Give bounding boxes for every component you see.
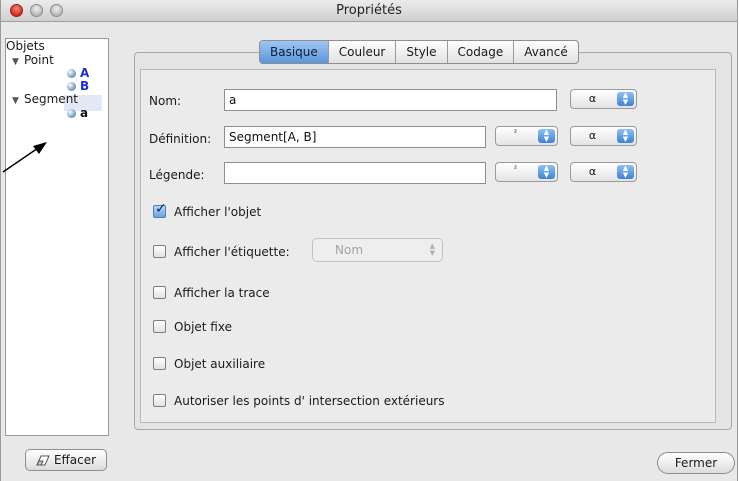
tree-group-label: Segment bbox=[24, 92, 78, 106]
show-object-label: Afficher l'objet bbox=[174, 205, 262, 219]
label-mode-select[interactable]: Nom ▲ ▼ bbox=[312, 238, 443, 262]
tab-basique[interactable]: Basique bbox=[260, 41, 328, 63]
tab-avance[interactable]: Avancé bbox=[513, 41, 578, 63]
stepper-arrows-icon[interactable]: ▲ ▼ bbox=[617, 92, 634, 106]
segment-ball-icon bbox=[67, 109, 76, 118]
point-ball-icon bbox=[67, 82, 76, 91]
triangle-down-icon[interactable]: ▼ bbox=[12, 95, 24, 108]
alpha-symbol-label: α bbox=[588, 165, 597, 178]
auxiliary-object-label: Objet auxiliaire bbox=[174, 357, 266, 371]
caption-input[interactable] bbox=[224, 162, 486, 184]
point-ball-icon bbox=[67, 69, 76, 78]
tab-codage[interactable]: Codage bbox=[446, 41, 514, 63]
clear-button-label: Effacer bbox=[53, 453, 97, 467]
triangle-down-icon[interactable]: ▼ bbox=[12, 56, 24, 69]
window-title: Propriétés bbox=[336, 3, 402, 18]
show-label-option[interactable]: Afficher l'étiquette: bbox=[153, 245, 290, 261]
tree-item-segment-a[interactable]: a bbox=[67, 107, 88, 120]
tab-bar: Basique Couleur Style Codage Avancé bbox=[259, 40, 579, 64]
tree-item-label: A bbox=[80, 66, 90, 80]
stepper-arrows-icon[interactable]: ▲ ▼ bbox=[538, 129, 555, 143]
checkmark-icon: ✓ bbox=[155, 201, 167, 217]
clear-button[interactable]: Effacer bbox=[25, 449, 107, 471]
caption-label: Légende: bbox=[149, 168, 205, 182]
object-tree[interactable]: Objets ▼ Point A B ▼ Segment a bbox=[5, 38, 109, 436]
outside-intersections-option[interactable]: Autoriser les points d' intersection ext… bbox=[153, 394, 445, 410]
alpha-symbol-label: α bbox=[588, 129, 597, 142]
outside-intersections-label: Autoriser les points d' intersection ext… bbox=[174, 394, 445, 408]
outside-intersections-checkbox[interactable] bbox=[153, 394, 166, 407]
definition-symbol-combo[interactable]: α ▲ ▼ bbox=[570, 126, 637, 146]
show-trace-checkbox[interactable] bbox=[153, 286, 166, 299]
caption-superscript-combo[interactable]: ² ▲ ▼ bbox=[495, 162, 558, 182]
title-bar: Propriétés bbox=[1, 0, 737, 22]
show-object-option[interactable]: ✓ Afficher l'objet bbox=[153, 201, 262, 221]
eraser-icon bbox=[36, 455, 50, 466]
show-trace-label: Afficher la trace bbox=[174, 286, 270, 300]
definition-input[interactable] bbox=[224, 126, 486, 148]
close-button[interactable]: Fermer bbox=[657, 452, 735, 474]
label-mode-value: Nom bbox=[335, 243, 364, 257]
tree-group-label: Point bbox=[24, 53, 54, 67]
stepper-arrows-icon: ▲ ▼ bbox=[429, 242, 435, 257]
properties-window: Propriétés Objets ▼ Point A B ▼ Segment a … bbox=[0, 0, 738, 481]
name-symbol-combo[interactable]: α ▲ ▼ bbox=[570, 89, 637, 109]
fixed-object-checkbox[interactable] bbox=[153, 320, 166, 333]
show-trace-option[interactable]: Afficher la trace bbox=[153, 286, 270, 302]
name-label: Nom: bbox=[149, 94, 182, 108]
definition-superscript-combo[interactable]: ² ▲ ▼ bbox=[495, 126, 558, 146]
auxiliary-object-option[interactable]: Objet auxiliaire bbox=[153, 357, 265, 373]
annotation-arrow-icon bbox=[2, 142, 47, 173]
superscript-symbol-label: ² bbox=[513, 164, 518, 173]
tab-couleur[interactable]: Couleur bbox=[327, 41, 396, 63]
tab-style[interactable]: Style bbox=[395, 41, 446, 63]
fixed-object-option[interactable]: Objet fixe bbox=[153, 320, 232, 336]
stepper-arrows-icon[interactable]: ▲ ▼ bbox=[617, 129, 634, 143]
show-object-checkbox[interactable]: ✓ bbox=[153, 201, 167, 218]
tree-item-label: B bbox=[80, 79, 90, 93]
show-label-label: Afficher l'étiquette: bbox=[174, 245, 290, 259]
tree-group-segment[interactable]: ▼ Segment bbox=[12, 93, 78, 108]
stepper-arrows-icon[interactable]: ▲ ▼ bbox=[617, 165, 634, 179]
definition-label: Définition: bbox=[149, 132, 212, 146]
tree-root-label: Objets bbox=[6, 39, 45, 53]
alpha-symbol-label: α bbox=[588, 92, 597, 105]
tree-item-label: a bbox=[80, 106, 89, 120]
superscript-symbol-label: ² bbox=[513, 128, 518, 137]
show-label-checkbox[interactable] bbox=[153, 245, 166, 258]
stepper-arrows-icon[interactable]: ▲ ▼ bbox=[538, 165, 555, 179]
tree-group-point[interactable]: ▼ Point bbox=[12, 54, 54, 69]
auxiliary-object-checkbox[interactable] bbox=[153, 357, 166, 370]
caption-symbol-combo[interactable]: α ▲ ▼ bbox=[570, 162, 637, 182]
name-input[interactable] bbox=[224, 89, 557, 111]
fixed-object-label: Objet fixe bbox=[174, 320, 232, 334]
